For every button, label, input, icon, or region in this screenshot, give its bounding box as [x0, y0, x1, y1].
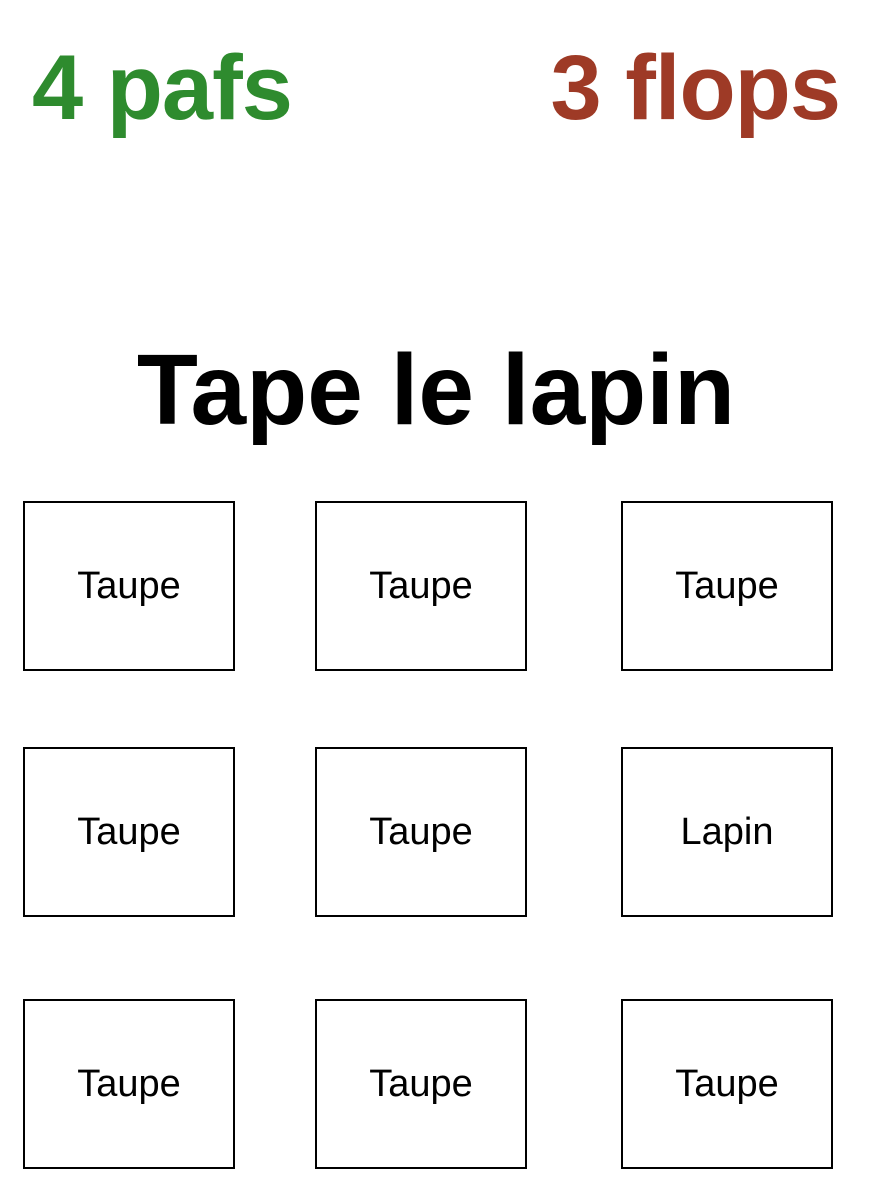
- game-title: Tape le lapin: [136, 334, 736, 446]
- grid-cell-9[interactable]: Taupe: [621, 999, 833, 1169]
- pafs-counter: 4 pafs: [32, 37, 293, 139]
- grid-cell-2[interactable]: Taupe: [315, 501, 527, 671]
- grid-cell-6[interactable]: Lapin: [621, 747, 833, 917]
- grid-cell-1[interactable]: Taupe: [23, 501, 235, 671]
- grid-cell-5[interactable]: Taupe: [315, 747, 527, 917]
- grid-cell-4[interactable]: Taupe: [23, 747, 235, 917]
- grid-cell-3[interactable]: Taupe: [621, 501, 833, 671]
- flops-counter: 3 flops: [550, 37, 841, 139]
- grid-cell-7[interactable]: Taupe: [23, 999, 235, 1169]
- grid-cell-8[interactable]: Taupe: [315, 999, 527, 1169]
